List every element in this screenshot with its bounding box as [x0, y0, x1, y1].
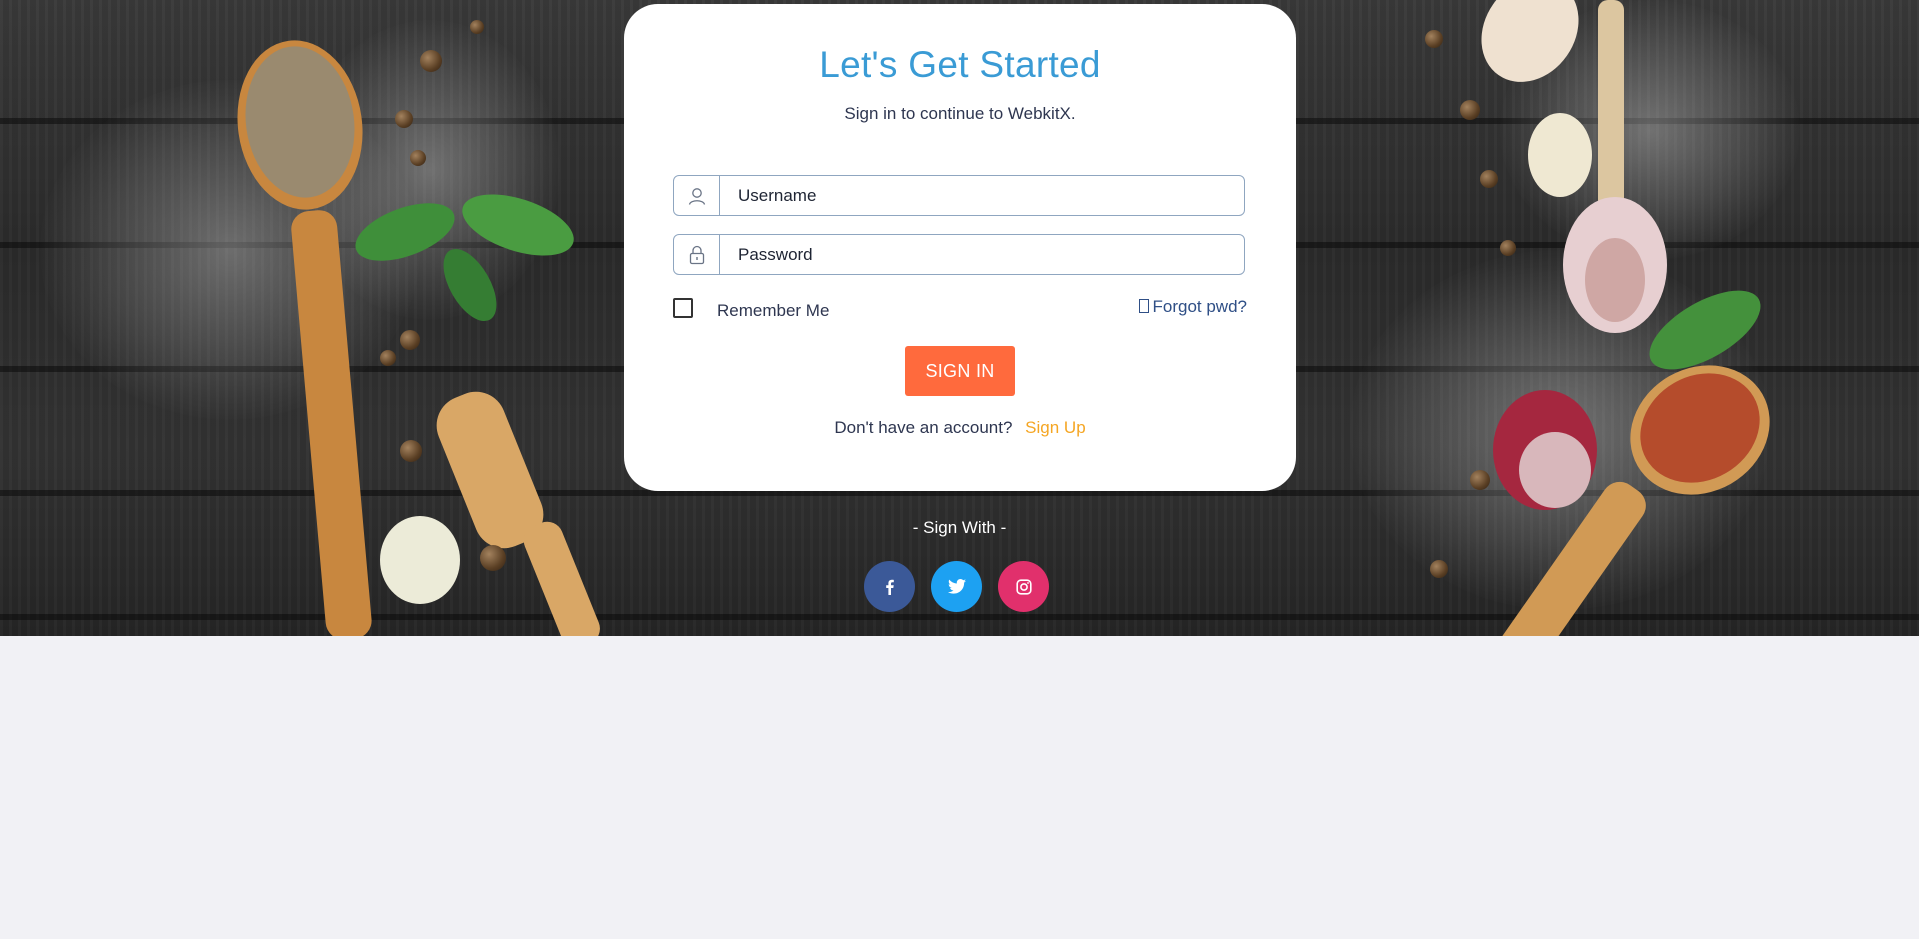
password-field [673, 234, 1245, 275]
peppercorn [420, 50, 442, 72]
twitter-icon [947, 579, 966, 594]
sign-up-link[interactable]: Sign Up [1025, 418, 1085, 437]
remember-me: Remember Me [673, 295, 829, 321]
peppercorn [410, 150, 426, 166]
sign-with-heading: - Sign With - [912, 518, 1007, 537]
peppercorn [1460, 100, 1480, 120]
peppercorn [480, 545, 506, 571]
peppercorn [395, 110, 413, 128]
instagram-icon [1015, 578, 1032, 595]
peppercorn [380, 350, 396, 366]
peppercorn [1425, 30, 1443, 48]
signin-card: Let's Get Started Sign in to continue to… [624, 4, 1296, 491]
peppercorn [470, 20, 484, 34]
garlic-bulb [1481, 0, 1667, 333]
instagram-button[interactable] [998, 561, 1049, 612]
basil-leaves [355, 194, 574, 322]
sign-in-button[interactable]: SIGN IN [905, 346, 1015, 396]
left-wooden-spoon [237, 40, 372, 636]
peppercorn [1430, 560, 1448, 578]
red-onion-inner [1519, 432, 1591, 508]
wooden-stick [1598, 0, 1624, 210]
facebook-icon [885, 579, 894, 595]
remember-me-label: Remember Me [717, 301, 830, 320]
page-subtitle: Sign in to continue to WebkitX. [844, 104, 1076, 123]
peppercorn [1500, 240, 1516, 256]
facebook-button[interactable] [864, 561, 915, 612]
peppercorn [400, 440, 422, 462]
forgot-password-link[interactable]: Forgot pwd? [1138, 297, 1248, 317]
user-icon [674, 176, 720, 215]
remember-me-checkbox[interactable] [673, 298, 693, 318]
peppercorn [1480, 170, 1498, 188]
forgot-password-label: Forgot pwd? [1152, 297, 1248, 316]
lock-icon [674, 235, 720, 274]
twitter-button[interactable] [931, 561, 982, 612]
password-input[interactable] [720, 235, 1244, 274]
username-field [673, 175, 1245, 216]
page-title: Let's Get Started [819, 44, 1101, 85]
no-account-text: Don't have an account? [834, 418, 1013, 437]
missing-glyph-icon [1138, 299, 1149, 313]
peppercorn [400, 330, 420, 350]
wooden-scoop [436, 391, 600, 636]
username-input[interactable] [720, 176, 1244, 215]
peppercorn [1470, 470, 1490, 490]
signup-prompt: Don't have an account? Sign Up [624, 418, 1296, 438]
